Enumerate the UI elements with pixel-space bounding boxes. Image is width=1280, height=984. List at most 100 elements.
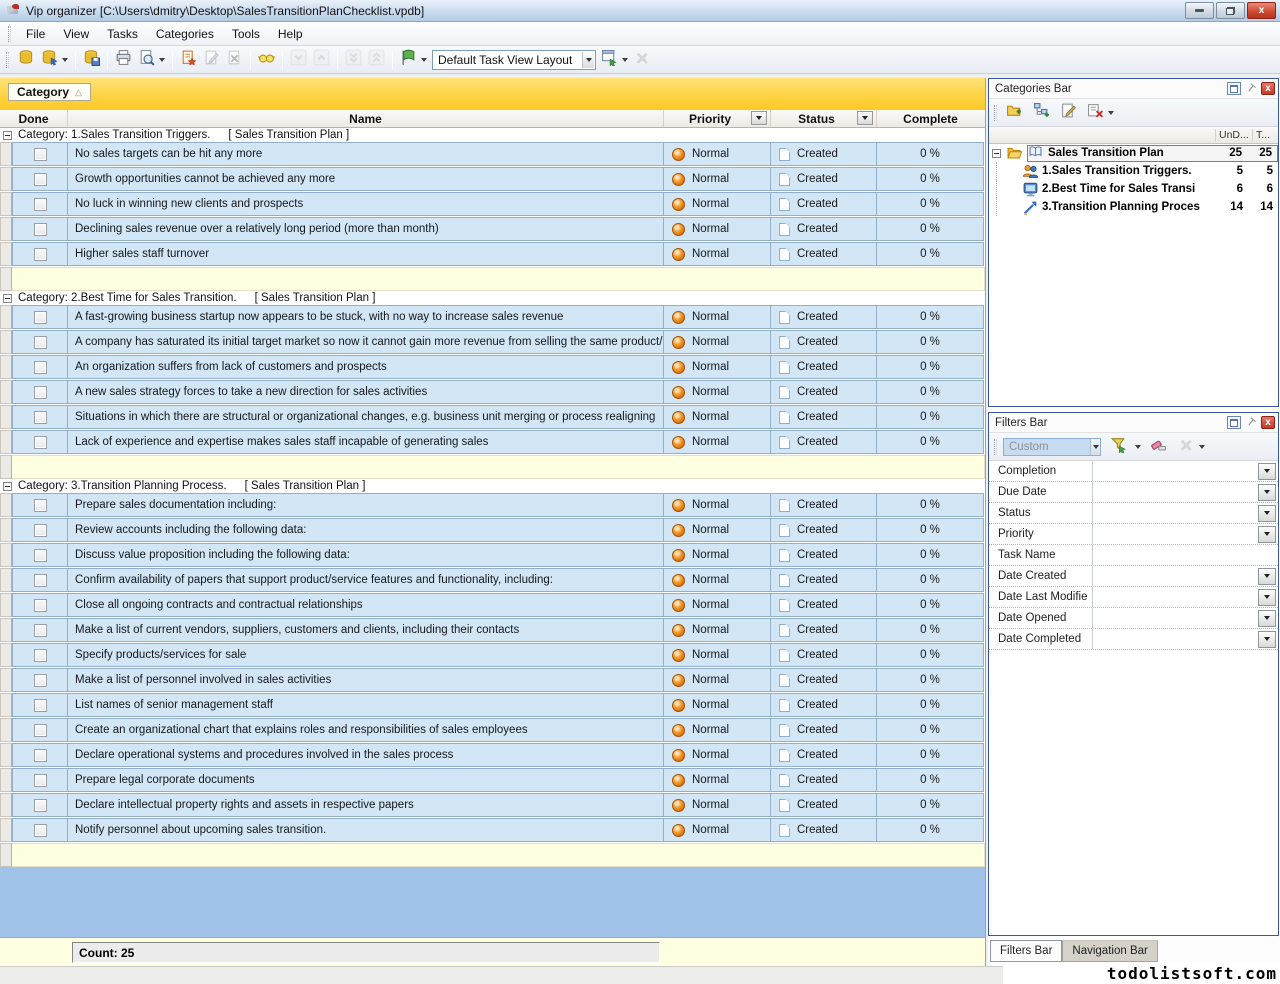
status-cell[interactable]: Created [771,618,877,642]
priority-cell[interactable]: Normal [664,618,771,642]
delete-category-button[interactable] [1084,101,1107,124]
menu-item-help[interactable]: Help [269,24,312,44]
save-database-button[interactable] [80,48,103,71]
status-cell[interactable]: Created [771,305,877,329]
minimize-button[interactable] [1185,2,1214,19]
complete-cell[interactable]: 0 % [877,142,984,166]
tree-category-item[interactable]: 1.Sales Transition Triggers.55 [989,162,1278,180]
edit-category-button[interactable] [1057,101,1080,124]
more-options-icon[interactable] [1108,111,1114,115]
menu-item-tools[interactable]: Tools [223,24,269,44]
status-filter-dropdown[interactable] [857,111,873,125]
task-row[interactable]: A new sales strategy forces to take a ne… [0,380,985,404]
complete-cell[interactable]: 0 % [877,618,984,642]
status-cell[interactable]: Created [771,543,877,567]
task-name-cell[interactable]: Situations in which there are structural… [68,405,664,429]
priority-cell[interactable]: Normal [664,430,771,454]
priority-cell[interactable]: Normal [664,305,771,329]
task-row[interactable]: Prepare sales documentation including:No… [0,493,985,517]
complete-cell[interactable]: 0 % [877,593,984,617]
panel-pin-icon[interactable]: T [1241,79,1260,98]
task-checkbox[interactable] [34,361,47,374]
complete-cell[interactable]: 0 % [877,493,984,517]
task-row[interactable]: A fast-growing business startup now appe… [0,305,985,329]
task-name-cell[interactable]: Prepare sales documentation including: [68,493,664,517]
task-checkbox[interactable] [34,749,47,762]
priority-cell[interactable]: Normal [664,818,771,842]
status-cell[interactable]: Created [771,768,877,792]
task-checkbox[interactable] [34,799,47,812]
filter-dropdown-button[interactable] [1258,631,1276,648]
dock-tab-filters-bar[interactable]: Filters Bar [990,940,1062,962]
task-row[interactable]: Prepare legal corporate documentsNormalC… [0,768,985,792]
status-cell[interactable]: Created [771,192,877,216]
task-checkbox[interactable] [34,148,47,161]
task-checkbox[interactable] [34,599,47,612]
task-name-cell[interactable]: Specify products/services for sale [68,643,664,667]
category-group-row[interactable]: Category: 2.Best Time for Sales Transiti… [0,291,985,305]
status-cell[interactable]: Created [771,242,877,266]
task-checkbox[interactable] [34,173,47,186]
menu-item-view[interactable]: View [54,24,98,44]
complete-cell[interactable]: 0 % [877,793,984,817]
complete-cell[interactable]: 0 % [877,693,984,717]
task-name-cell[interactable]: A new sales strategy forces to take a ne… [68,380,664,404]
priority-cell[interactable]: Normal [664,743,771,767]
task-checkbox[interactable] [34,824,47,837]
status-cell[interactable]: Created [771,818,877,842]
task-row[interactable]: Make a list of current vendors, supplier… [0,618,985,642]
filter-dropdown-button[interactable] [1258,484,1276,501]
task-checkbox[interactable] [34,499,47,512]
task-row[interactable]: No sales targets can be hit any moreNorm… [0,142,985,166]
status-cell[interactable]: Created [771,743,877,767]
task-checkbox[interactable] [34,411,47,424]
task-row[interactable]: Notify personnel about upcoming sales tr… [0,818,985,842]
status-cell[interactable]: Created [771,568,877,592]
panel-restore-button[interactable] [1227,416,1241,429]
new-task-button[interactable] [177,48,200,71]
open-database-button[interactable] [38,48,61,71]
filter-dropdown-button[interactable] [1258,463,1276,480]
status-cell[interactable]: Created [771,493,877,517]
priority-filter-dropdown[interactable] [751,111,767,125]
task-row[interactable]: List names of senior management staffNor… [0,693,985,717]
dropdown-caret-icon[interactable] [1135,445,1141,449]
task-checkbox[interactable] [34,549,47,562]
filter-dropdown-button[interactable] [1258,568,1276,585]
priority-cell[interactable]: Normal [664,518,771,542]
task-checkbox[interactable] [34,436,47,449]
tree-root-row[interactable]: Sales Transition Plan 25 25 [989,144,1278,162]
task-name-cell[interactable]: A company has saturated its initial targ… [68,330,664,354]
priority-cell[interactable]: Normal [664,405,771,429]
task-row[interactable]: Discuss value proposition including the … [0,543,985,567]
task-name-cell[interactable]: A fast-growing business startup now appe… [68,305,664,329]
complete-tasks-button[interactable] [255,48,278,71]
complete-cell[interactable]: 0 % [877,355,984,379]
task-name-cell[interactable]: Confirm availability of papers that supp… [68,568,664,592]
task-name-cell[interactable]: An organization suffers from lack of cus… [68,355,664,379]
status-cell[interactable]: Created [771,355,877,379]
filter-dropdown-button[interactable] [1258,589,1276,606]
priority-cell[interactable]: Normal [664,693,771,717]
tree-column-undone[interactable]: UnD... [1215,129,1252,141]
task-row[interactable]: Make a list of personnel involved in sal… [0,668,985,692]
complete-cell[interactable]: 0 % [877,242,984,266]
priority-cell[interactable]: Normal [664,242,771,266]
task-row[interactable]: Confirm availability of papers that supp… [0,568,985,592]
task-name-cell[interactable]: Prepare legal corporate documents [68,768,664,792]
task-checkbox[interactable] [34,674,47,687]
task-row[interactable]: Growth opportunities cannot be achieved … [0,167,985,191]
column-header-name[interactable]: Name [68,110,664,127]
priority-cell[interactable]: Normal [664,593,771,617]
status-cell[interactable]: Created [771,405,877,429]
complete-cell[interactable]: 0 % [877,167,984,191]
priority-cell[interactable]: Normal [664,793,771,817]
task-name-cell[interactable]: No luck in winning new clients and prosp… [68,192,664,216]
filter-dropdown-button[interactable] [1258,505,1276,522]
task-name-cell[interactable]: Close all ongoing contracts and contract… [68,593,664,617]
status-cell[interactable]: Created [771,593,877,617]
group-by-category-button[interactable]: Category △ [8,83,91,101]
status-cell[interactable]: Created [771,668,877,692]
print-preview-button[interactable] [135,48,158,71]
task-name-cell[interactable]: Growth opportunities cannot be achieved … [68,167,664,191]
